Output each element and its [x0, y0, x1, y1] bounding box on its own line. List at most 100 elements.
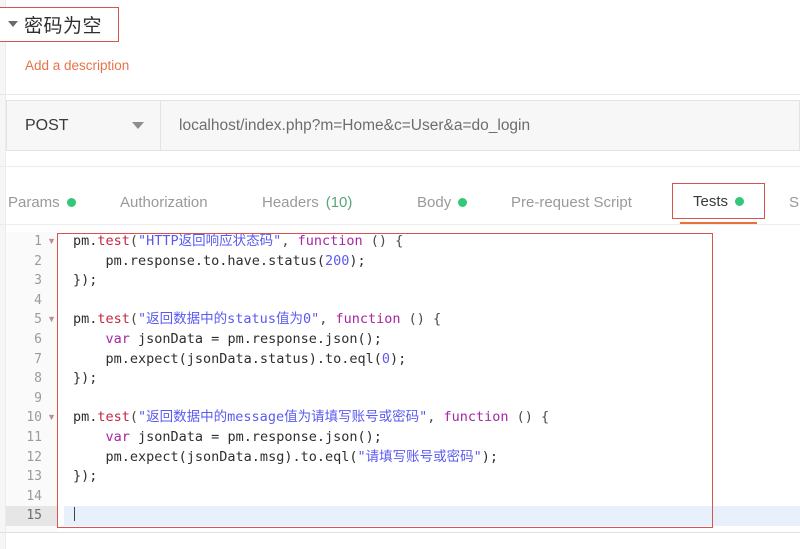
- line-number: 13: [26, 469, 42, 485]
- code-token-plain: });: [73, 272, 98, 289]
- line-number: 14: [26, 488, 42, 504]
- code-line-row[interactable]: });: [64, 369, 800, 389]
- request-url-input[interactable]: localhost/index.php?m=Home&c=User&a=do_l…: [161, 100, 800, 151]
- code-line-row[interactable]: });: [64, 467, 800, 487]
- code-line-text: });: [64, 467, 800, 487]
- line-number: 11: [26, 429, 42, 445]
- code-token-plain: pm.response.to.have.status(: [73, 252, 325, 269]
- code-fold-toggle-icon[interactable]: ▼: [47, 232, 56, 252]
- code-token-plain: pm.expect(jsonData.msg).to.eql(: [73, 448, 358, 465]
- code-line-row[interactable]: pm.test("返回数据中的status值为0", function () {: [64, 310, 800, 330]
- tab-count: (10): [325, 193, 353, 211]
- request-title-box[interactable]: 密码为空: [0, 6, 120, 42]
- tab-label: Headers: [262, 193, 319, 211]
- url-bar: POST localhost/index.php?m=Home&c=User&a…: [6, 100, 800, 151]
- code-token-plain: );: [349, 252, 366, 269]
- divider-top: [0, 94, 800, 95]
- code-token-str: "返回数据中的message值为请填写账号或密码": [138, 409, 428, 426]
- tab-label: Tests: [693, 192, 729, 210]
- code-token-punc: (: [129, 409, 139, 426]
- gutter-line: 13: [6, 467, 58, 487]
- code-token-str: "请填写账号或密码": [357, 448, 482, 465]
- line-number: 1: [34, 234, 42, 249]
- code-token-plain: pm.expect(jsonData.status).to.eql(: [73, 350, 382, 367]
- code-content[interactable]: pm.test("HTTP返回响应状态码", function () { pm.…: [64, 232, 800, 532]
- code-token-plain: jsonData = pm.response.json();: [129, 428, 382, 445]
- code-line-row[interactable]: var jsonData = pm.response.json();: [64, 330, 800, 350]
- tab-label: Authorization: [120, 193, 208, 211]
- tab-tests[interactable]: Tests: [672, 183, 766, 219]
- line-number: 12: [26, 449, 42, 465]
- code-token-kw: var: [105, 330, 130, 347]
- tab-label: Body: [417, 193, 452, 211]
- add-description-link[interactable]: Add a description: [25, 58, 129, 73]
- code-line-text: [64, 506, 800, 526]
- code-token-plain: );: [481, 448, 499, 465]
- code-token-punc: ,: [427, 409, 444, 426]
- code-token-plain: pm.: [73, 409, 98, 426]
- code-token-punc: () {: [400, 311, 442, 328]
- tab-s[interactable]: S: [789, 185, 799, 219]
- code-line-row[interactable]: pm.response.to.have.status(200);: [64, 252, 800, 272]
- code-line-row[interactable]: [64, 389, 800, 409]
- code-fold-toggle-icon[interactable]: ▼: [47, 310, 56, 330]
- tab-pre-request-script[interactable]: Pre-request Script: [511, 185, 632, 219]
- tab-params[interactable]: Params: [8, 185, 76, 219]
- gutter-line: 8: [6, 369, 58, 389]
- code-line-text: });: [64, 271, 800, 291]
- code-fold-toggle-icon[interactable]: ▼: [47, 408, 56, 428]
- collapse-caret-icon[interactable]: [8, 21, 18, 27]
- code-token-plain: pm.: [73, 311, 98, 328]
- request-tabs: Params Authorization Headers (10) Body Pre-re…: [0, 183, 800, 225]
- tab-status-dot-icon: [735, 196, 745, 206]
- text-cursor: [74, 507, 75, 522]
- tab-authorization[interactable]: Authorization: [120, 185, 208, 219]
- request-title-row: 密码为空: [0, 6, 120, 42]
- chevron-down-icon[interactable]: [132, 122, 144, 129]
- code-line-row[interactable]: [64, 506, 800, 526]
- tab-label: Params: [8, 193, 60, 211]
- code-line-row[interactable]: pm.test("返回数据中的message值为请填写账号或密码", funct…: [64, 408, 800, 428]
- code-token-fn: test: [97, 409, 130, 426]
- code-line-row[interactable]: pm.expect(jsonData.status).to.eql(0);: [64, 350, 800, 370]
- gutter-line: 11: [6, 428, 58, 448]
- code-token-plain: pm.: [73, 233, 98, 249]
- line-number: 15: [26, 508, 42, 524]
- code-line-text: var jsonData = pm.response.json();: [64, 428, 800, 448]
- code-line-text: pm.expect(jsonData.status).to.eql(0);: [64, 350, 800, 370]
- tab-headers[interactable]: Headers (10): [262, 185, 352, 219]
- code-token-punc: () {: [362, 233, 404, 249]
- code-token-fn: test: [97, 233, 130, 249]
- code-token-str: "返回数据中的status值为0": [138, 311, 320, 328]
- gutter-line: 10 ▼: [6, 408, 58, 428]
- gutter-line: 3: [6, 271, 58, 291]
- code-line-row[interactable]: pm.test("HTTP返回响应状态码", function () {: [64, 232, 800, 252]
- tests-script-editor[interactable]: 1 ▼ 2 3 4 5 ▼ 6 7 8 9 10 ▼ 11 12 13 14 15 pm.test("HTTP返回…: [6, 232, 800, 532]
- line-number: 7: [34, 351, 42, 367]
- code-token-punc: ,: [319, 311, 336, 328]
- code-line-row[interactable]: [64, 487, 800, 507]
- line-number: 6: [34, 331, 42, 347]
- code-line-row[interactable]: pm.expect(jsonData.msg).to.eql("请填写账号或密码…: [64, 448, 800, 468]
- line-number: 2: [34, 253, 42, 269]
- divider-url: [0, 166, 800, 167]
- code-line-text: pm.test("HTTP返回响应状态码", function () {: [64, 232, 800, 252]
- code-line-row[interactable]: });: [64, 271, 800, 291]
- code-line-row[interactable]: [64, 291, 800, 311]
- code-token-plain: );: [390, 350, 407, 367]
- line-number: 9: [34, 390, 42, 406]
- code-line-text: pm.expect(jsonData.msg).to.eql("请填写账号或密码…: [64, 448, 800, 468]
- divider-tabs: [0, 224, 800, 225]
- code-line-row[interactable]: var jsonData = pm.response.json();: [64, 428, 800, 448]
- code-token-plain: jsonData = pm.response.json();: [129, 330, 382, 347]
- tab-body[interactable]: Body: [417, 185, 468, 219]
- code-line-text: pm.response.to.have.status(200);: [64, 252, 800, 272]
- code-token-punc: ,: [281, 233, 298, 249]
- http-method-select[interactable]: POST: [6, 100, 161, 151]
- line-number: 10: [26, 410, 42, 426]
- gutter-line: 2: [6, 252, 58, 272]
- gutter-line: 9: [6, 389, 58, 409]
- tab-status-dot-icon: [458, 197, 468, 207]
